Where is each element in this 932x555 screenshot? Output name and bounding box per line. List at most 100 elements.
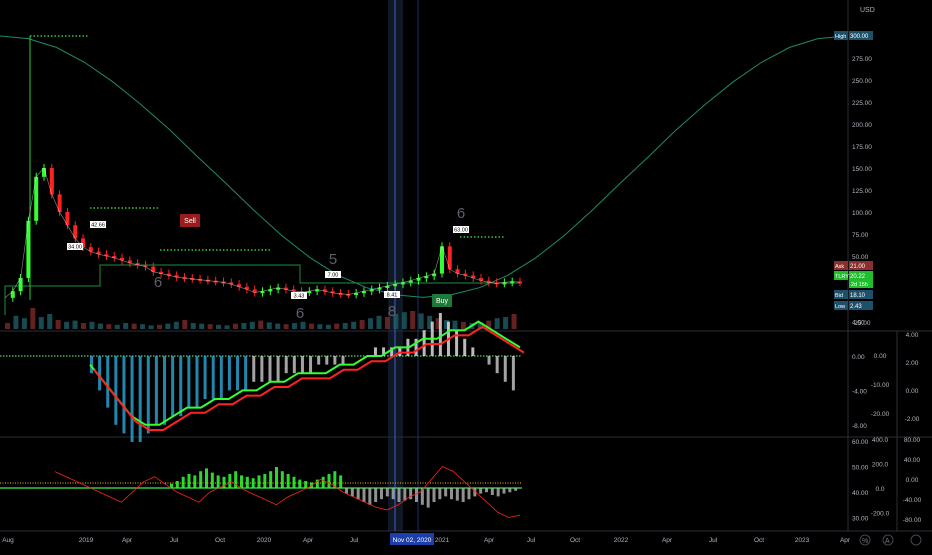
- price-tick-label: 100.00: [852, 210, 872, 217]
- osc-histogram-bar: [292, 356, 296, 374]
- time-tick-label: 2023: [795, 537, 810, 544]
- osc-histogram-bar: [511, 356, 515, 391]
- osc-outer-tick-label: 0.00: [906, 388, 919, 395]
- price-tick-label: 175.00: [852, 144, 872, 151]
- rsi-histogram-bar: [496, 488, 500, 497]
- volume-bar: [308, 323, 314, 329]
- price-tick-label: 200.00: [852, 122, 872, 129]
- volume-bar: [351, 321, 357, 329]
- osc-histogram-bar: [317, 356, 321, 365]
- volume-bar: [30, 308, 36, 329]
- rsi-histogram-bar: [502, 488, 506, 494]
- rsi-tick-label: 50.00: [852, 465, 869, 472]
- rsi-outer-tick-label: -40.00: [903, 497, 922, 504]
- osc-histogram-bar: [122, 356, 126, 434]
- price-label: 63.00: [454, 228, 468, 234]
- rsi-histogram-bar: [485, 488, 488, 493]
- rsi-histogram-bar: [397, 488, 401, 502]
- rsi-histogram-bar: [298, 479, 302, 488]
- rsi-histogram-bar: [275, 467, 278, 488]
- wave-count-label: 6: [154, 274, 162, 291]
- osc-histogram-bar: [284, 356, 288, 374]
- time-tick-label: Apr: [303, 537, 314, 544]
- time-tick-label: 2020: [257, 537, 272, 544]
- rsi-histogram-bar: [193, 475, 197, 488]
- volume-bar: [359, 320, 365, 329]
- rsi-outer-tick-label: -80.00: [903, 517, 922, 524]
- rsi-histogram-bar: [240, 475, 243, 488]
- osc-histogram-bar: [463, 338, 467, 356]
- rsi-histogram-bar: [210, 472, 214, 488]
- volume-bar: [72, 320, 78, 329]
- osc-outer-tick-label: -2.00: [905, 416, 920, 423]
- volume-bar: [64, 321, 70, 329]
- osc-histogram-bar: [211, 356, 215, 399]
- osc-histogram-bar: [154, 356, 158, 425]
- rsi-histogram-bar: [467, 488, 471, 500]
- osc-histogram-bar: [455, 330, 459, 356]
- rsi-histogram-bar: [438, 488, 442, 500]
- time-tick-label: Oct: [754, 537, 764, 544]
- rsi-histogram-bar: [257, 475, 261, 488]
- osc-histogram-bar: [487, 356, 491, 365]
- time-tick-label: Jul: [527, 537, 536, 544]
- osc-histogram-bar: [503, 356, 507, 382]
- right-tag-value: 20.22: [850, 274, 866, 280]
- rsi-histogram-bar: [286, 474, 290, 488]
- osc-outer-tick-label: 2.00: [906, 360, 919, 367]
- price-label: 8.41: [387, 293, 398, 299]
- price-tick-label: 150.00: [852, 166, 872, 173]
- osc-outer-tick-label: 4.00: [906, 332, 919, 339]
- volume-bar: [165, 323, 171, 329]
- time-tick-label: Apr: [662, 537, 673, 544]
- rsi-histogram-bar: [461, 488, 465, 502]
- right-tag-label: TLRY: [835, 274, 849, 280]
- rsi-outer-tick-label: 80.00: [904, 437, 921, 444]
- rsi-inner-tick-label: 400.0: [872, 437, 889, 444]
- rsi-histogram-bar: [514, 488, 518, 491]
- time-tick-label: 2021: [435, 537, 450, 544]
- osc-histogram-bar: [106, 356, 110, 408]
- volume-bar: [148, 325, 154, 329]
- rsi-histogram-bar: [391, 488, 395, 500]
- wave-count-label: 6: [457, 205, 465, 222]
- rsi-histogram-bar: [251, 478, 255, 488]
- right-tag-sub: 2d 15h: [851, 282, 868, 288]
- osc-histogram-bar: [373, 347, 377, 356]
- rsi-histogram-bar: [321, 476, 325, 488]
- osc-histogram-bar: [333, 356, 337, 365]
- volume-bar: [97, 323, 103, 329]
- price-tick-label: 225.00: [852, 100, 872, 107]
- rsi-tick-label: 60.00: [852, 439, 869, 446]
- volume-bar: [300, 321, 306, 329]
- volume-bar: [376, 315, 382, 329]
- volume-bar: [410, 311, 416, 329]
- volume-bar: [249, 321, 255, 329]
- rsi-histogram-bar: [450, 488, 453, 500]
- volume-bar: [114, 324, 120, 329]
- rsi-histogram-bar: [234, 471, 238, 488]
- osc-histogram-bar: [98, 356, 102, 391]
- rsi-histogram-bar: [205, 468, 208, 488]
- signal-buy-label: Buy: [436, 298, 449, 305]
- time-tick-label: Jul: [350, 537, 359, 544]
- svg-text:A: A: [885, 538, 890, 545]
- rsi-histogram-bar: [199, 471, 203, 488]
- volume-bar: [224, 325, 230, 329]
- time-tick-label: Apr: [122, 537, 133, 544]
- wave-count-label: 6: [296, 305, 304, 322]
- osc-histogram-bar: [260, 356, 264, 382]
- rsi-inner-tick-label: 200.0: [872, 462, 889, 469]
- rsi-histogram-bar: [362, 488, 366, 502]
- rsi-histogram-bar: [444, 488, 448, 497]
- svg-text:%: %: [862, 538, 868, 545]
- volume-bar: [334, 323, 340, 329]
- volume-bar: [140, 324, 146, 329]
- volume-bar: [494, 318, 500, 329]
- volume-bar: [216, 324, 222, 329]
- osc-histogram-bar: [341, 356, 345, 365]
- rsi-histogram-bar: [339, 475, 343, 488]
- rsi-histogram-bar: [228, 474, 232, 488]
- osc-tick-label: 4.00: [852, 320, 865, 327]
- time-tick-label: 2022: [614, 537, 629, 544]
